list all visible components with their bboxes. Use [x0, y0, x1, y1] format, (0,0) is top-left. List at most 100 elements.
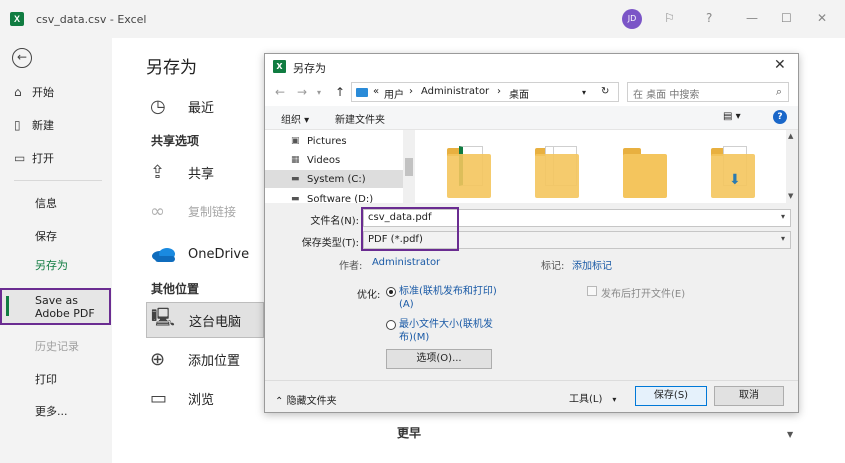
minimize-icon[interactable]: —: [746, 11, 758, 25]
tree-item-pictures[interactable]: ▣ Pictures: [291, 132, 403, 150]
recent-dropdown-icon[interactable]: ▾: [317, 88, 321, 97]
folder-open-icon: ▭: [14, 151, 26, 165]
refresh-icon[interactable]: ↻: [601, 86, 609, 97]
address-bar[interactable]: « 用户 › Administrator › 桌面 ▾ ↻: [351, 82, 619, 102]
organize-button[interactable]: 组织 ▾: [281, 111, 309, 126]
optimize-standard-line1: 标准(联机发布和打印): [399, 286, 497, 297]
search-icon: ⌕: [775, 85, 782, 98]
chevron-down-icon[interactable]: ▾: [781, 234, 785, 243]
title-bar: X csv_data.csv - Excel JD ⚐ ? — ☐ ✕: [0, 0, 845, 38]
navigation-tree: ▣ Pictures ▦ Videos ▬ System (C:) ▬ Software…: [265, 130, 405, 203]
optimize-standard-label[interactable]: 标准(联机发布和打印) (A): [399, 285, 497, 311]
up-icon[interactable]: ↑: [335, 85, 345, 99]
nav-save-as-label[interactable]: 另存为: [35, 257, 68, 273]
backstage-nav: ← ⌂ 开始 ▯ 新建 ▭ 打开 信息 保存 另存为 Save as Adobe PD…: [0, 38, 112, 463]
folder-item[interactable]: [535, 146, 579, 198]
tools-button[interactable]: 工具(L) ▾: [569, 390, 616, 405]
tree-scroll-thumb[interactable]: [405, 158, 413, 176]
nav-save-as-adobe-pdf[interactable]: Save as Adobe PDF: [0, 289, 112, 323]
maximize-icon[interactable]: ☐: [781, 11, 792, 25]
scroll-down-icon[interactable]: ▼: [787, 430, 793, 439]
path-users[interactable]: 用户: [384, 86, 404, 101]
shared-header: 共享选项: [151, 134, 200, 148]
dialog-title-bar: X 另存为 ✕: [265, 54, 798, 80]
optimize-minimum-line1: 最小文件大小(联机发: [399, 319, 493, 330]
user-avatar[interactable]: JD: [622, 9, 642, 29]
home-icon: ⌂: [14, 85, 22, 99]
search-placeholder: 在 桌面 中搜索: [633, 90, 700, 101]
scroll-down-icon[interactable]: ▼: [788, 192, 793, 200]
close-icon[interactable]: ✕: [817, 11, 827, 25]
nav-save-as-pdf-line2: Adobe PDF: [35, 307, 95, 320]
nav-home[interactable]: ⌂ 开始: [0, 78, 112, 106]
location-add-place[interactable]: ⊕ 添加位置: [146, 341, 264, 377]
new-folder-button[interactable]: 新建文件夹: [335, 111, 385, 126]
optimize-minimum-label[interactable]: 最小文件大小(联机发 布)(M): [399, 318, 493, 344]
computer-icon: [356, 88, 368, 97]
help-icon[interactable]: ?: [706, 11, 712, 25]
path-overflow[interactable]: «: [373, 86, 379, 97]
tree-label: System (C:): [307, 173, 366, 185]
globe-add-icon: ⊕: [150, 348, 166, 370]
videos-icon: ▦: [291, 155, 300, 165]
search-input[interactable]: 在 桌面 中搜索 ⌕: [627, 82, 789, 102]
clock-icon: ◷: [150, 95, 166, 117]
nav-print[interactable]: 打印: [0, 365, 112, 393]
location-browse-label: 浏览: [188, 392, 215, 408]
cancel-button[interactable]: 取消: [714, 386, 784, 406]
nav-open-label: 打开: [32, 152, 54, 165]
view-options-icon[interactable]: ▤ ▾: [723, 111, 741, 122]
open-after-publish-checkbox[interactable]: [587, 286, 597, 296]
hide-folders-toggle[interactable]: ⌃ 隐藏文件夹: [275, 392, 337, 407]
tree-item-system-c[interactable]: ▬ System (C:): [265, 170, 403, 188]
path-desktop[interactable]: 桌面: [509, 86, 529, 101]
nav-open[interactable]: ▭ 打开: [0, 144, 112, 172]
back-icon[interactable]: ←: [275, 85, 285, 99]
feedback-icon[interactable]: ⚐: [664, 11, 675, 25]
nav-divider: [14, 180, 102, 181]
folder-item[interactable]: [447, 146, 491, 198]
path-administrator[interactable]: Administrator: [421, 86, 489, 97]
onedrive-cloud-icon: [152, 248, 175, 262]
optimize-minimum-radio[interactable]: [386, 320, 396, 330]
options-button[interactable]: 选项(O)...: [386, 349, 492, 369]
save-button[interactable]: 保存(S): [635, 386, 707, 406]
add-tags-link[interactable]: 添加标记: [572, 257, 612, 272]
drive-icon: ▬: [291, 194, 300, 203]
help-icon[interactable]: ?: [773, 110, 787, 124]
tools-label: 工具(L): [569, 394, 603, 405]
chevron-down-icon[interactable]: ▾: [781, 212, 785, 221]
location-share[interactable]: ⇪ 共享: [146, 154, 264, 190]
nav-save[interactable]: 保存: [0, 222, 112, 250]
nav-history: 历史记录: [35, 340, 79, 353]
author-value[interactable]: Administrator: [372, 257, 440, 268]
path-dropdown-icon[interactable]: ▾: [582, 88, 586, 97]
back-arrow-icon[interactable]: ←: [12, 48, 32, 68]
optimize-standard-radio[interactable]: [386, 287, 396, 297]
nav-info[interactable]: 信息: [0, 189, 112, 217]
location-this-pc[interactable]: 🖳 这台电脑: [146, 302, 264, 338]
location-recent[interactable]: ◷ 最近: [146, 88, 264, 124]
window-title: csv_data.csv - Excel: [36, 13, 147, 26]
folder-item[interactable]: [623, 146, 667, 198]
tree-item-software-d[interactable]: ▬ Software (D:): [291, 190, 403, 204]
path-separator: ›: [497, 86, 501, 97]
download-arrow-icon: ⬇: [729, 172, 741, 188]
tree-label: Pictures: [307, 135, 347, 147]
excel-logo-icon: X: [10, 12, 24, 26]
location-add-place-label: 添加位置: [188, 353, 241, 369]
new-file-icon: ▯: [14, 118, 21, 132]
tree-item-videos[interactable]: ▦ Videos: [291, 151, 403, 169]
share-icon: ⇪: [150, 161, 166, 183]
file-list-scrollbar[interactable]: ▲ ▼: [786, 130, 798, 203]
nav-new-label: 新建: [32, 119, 54, 132]
dialog-close-icon[interactable]: ✕: [774, 57, 786, 73]
nav-home-label: 开始: [32, 86, 54, 99]
nav-more[interactable]: 更多...: [0, 397, 112, 425]
scroll-up-icon[interactable]: ▲: [788, 132, 793, 140]
forward-icon[interactable]: →: [297, 85, 307, 99]
nav-new[interactable]: ▯ 新建: [0, 111, 112, 139]
folder-item[interactable]: ⬇: [711, 146, 755, 198]
location-browse[interactable]: ▭ 浏览: [146, 380, 264, 416]
dialog-divider: [265, 380, 798, 381]
